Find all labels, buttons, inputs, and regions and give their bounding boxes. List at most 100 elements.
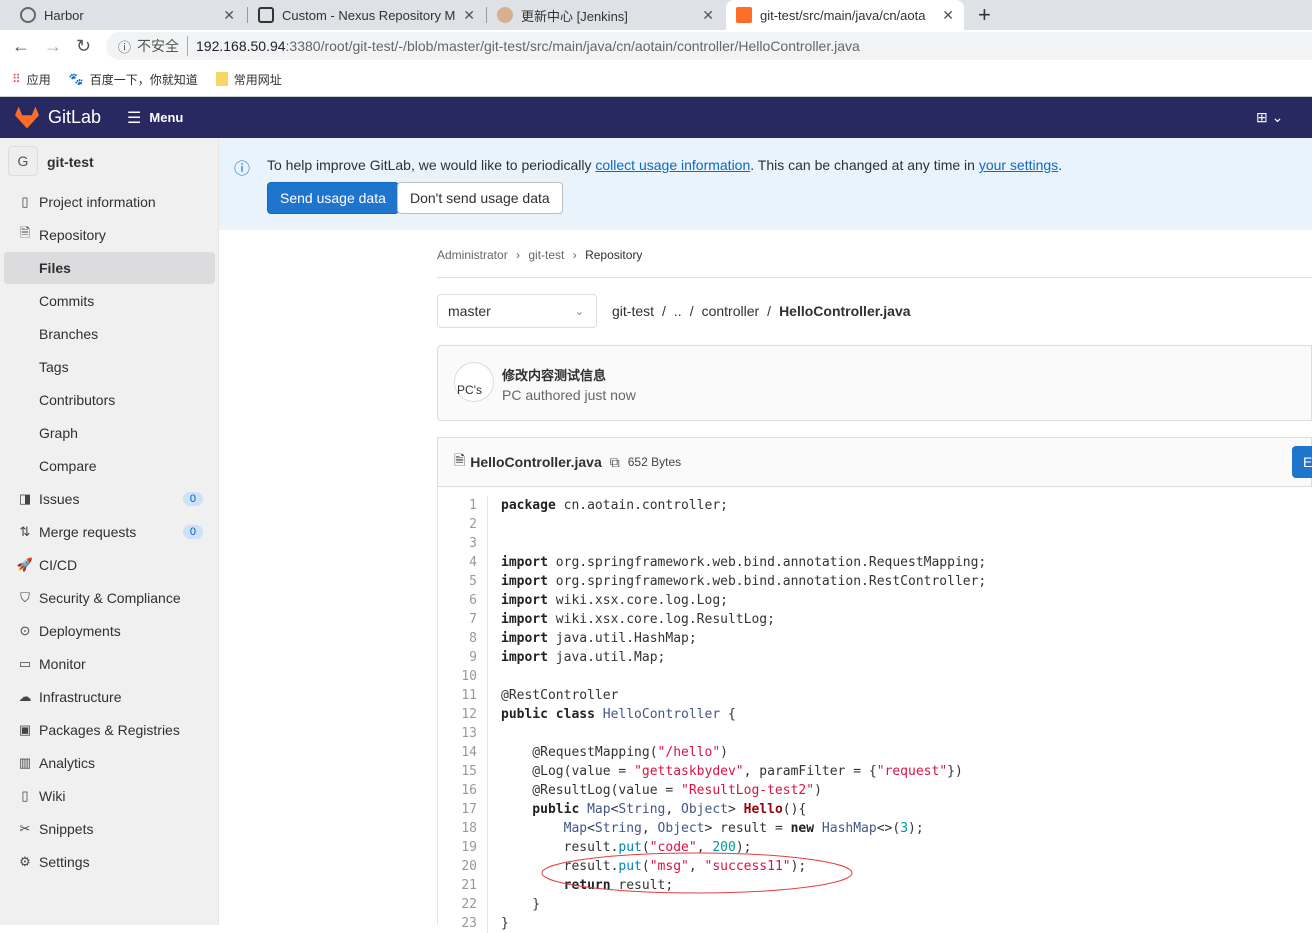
close-icon[interactable]: ✕ — [223, 7, 235, 24]
line-number[interactable]: 18 — [438, 819, 488, 838]
breadcrumb-project[interactable]: git-test — [528, 248, 564, 262]
sidebar-item-repository[interactable]: 🗎 Repository — [4, 219, 215, 251]
line-number[interactable]: 6 — [438, 591, 488, 610]
line-number[interactable]: 2 — [438, 515, 488, 534]
bookmark-baidu[interactable]: 🐾 百度一下，你就知道 — [69, 71, 198, 88]
line-number[interactable]: 3 — [438, 534, 488, 553]
line-number[interactable]: 15 — [438, 762, 488, 781]
project-name[interactable]: git-test — [47, 154, 94, 170]
tab-gitlab[interactable]: git-test/src/main/java/cn/aota ✕ — [726, 0, 964, 30]
sidebar-item-label: Tags — [39, 359, 69, 375]
sidebar-item-monitor[interactable]: ▭ Monitor — [4, 648, 215, 680]
line-number[interactable]: 19 — [438, 838, 488, 857]
sidebar-item-project-information[interactable]: ▯ Project information — [4, 186, 215, 218]
close-icon[interactable]: ✕ — [463, 7, 475, 24]
sidebar-item-infrastructure[interactable]: ☁ Infrastructure — [4, 681, 215, 713]
line-number[interactable]: 14 — [438, 743, 488, 762]
sidebar-item-deployments[interactable]: ⊙ Deployments — [4, 615, 215, 647]
sidebar-item-graph[interactable]: Graph — [4, 417, 215, 449]
line-number[interactable]: 20 — [438, 857, 488, 876]
sidebar: G git-test ▯ Project information 🗎 Reposito… — [0, 138, 219, 925]
sidebar-item-branches[interactable]: Branches — [4, 318, 215, 350]
line-number[interactable]: 5 — [438, 572, 488, 591]
reload-icon[interactable]: ↻ — [76, 36, 91, 57]
bookmark-folder[interactable]: 常用网址 — [215, 71, 282, 88]
sidebar-item-label: Compare — [39, 458, 97, 474]
file-size: 652 Bytes — [627, 455, 682, 469]
collect-usage-link[interactable]: collect usage information — [595, 157, 750, 173]
sidebar-item-files[interactable]: Files — [4, 252, 215, 284]
code-line: import org.springframework.web.bind.anno… — [501, 572, 986, 591]
bookmark-label: 应用 — [26, 72, 51, 87]
forward-icon[interactable]: → — [44, 36, 62, 57]
scissors-icon: ✂ — [19, 821, 31, 836]
breadcrumb-repository[interactable]: Repository — [585, 248, 642, 262]
close-icon[interactable]: ✕ — [702, 7, 714, 24]
tab-harbor[interactable]: Harbor ✕ — [10, 0, 245, 30]
commit-message[interactable]: 修改内容测试信息 — [502, 365, 606, 384]
gitlab-logo-icon[interactable] — [15, 106, 39, 129]
code-token: public — [501, 802, 588, 817]
close-icon[interactable]: ✕ — [942, 7, 954, 24]
code-token: Map — [501, 821, 588, 836]
project-avatar[interactable]: G — [8, 146, 38, 176]
code-token: Object — [681, 802, 728, 817]
settings-link[interactable]: your settings — [979, 157, 1058, 173]
copy-icon[interactable]: ⧉ — [610, 454, 620, 471]
line-number[interactable]: 4 — [438, 553, 488, 572]
tab-jenkins[interactable]: 更新中心 [Jenkins] ✕ — [487, 0, 724, 30]
line-number[interactable]: 21 — [438, 876, 488, 895]
monitor-icon: ▭ — [18, 656, 32, 671]
bookmark-apps[interactable]: ⠿ 应用 — [12, 71, 51, 88]
tab-nexus[interactable]: Custom - Nexus Repository M ✕ — [248, 0, 485, 30]
back-icon[interactable]: ← — [12, 36, 30, 57]
edit-button[interactable]: E — [1292, 446, 1312, 478]
avatar[interactable]: PC's — [454, 362, 494, 402]
line-number[interactable]: 22 — [438, 895, 488, 914]
line-number[interactable]: 16 — [438, 781, 488, 800]
sidebar-item-tags[interactable]: Tags — [4, 351, 215, 383]
branch-dropdown[interactable]: master ⌄ — [437, 294, 597, 328]
sidebar-item-security-compliance[interactable]: ⛉ Security & Compliance — [4, 582, 215, 614]
new-tab-button[interactable]: + — [978, 2, 991, 28]
path-segment[interactable]: git-test — [612, 303, 654, 319]
address-bar-row: ← → ↻ ⓘ 不安全 192.168.50.94:3380/root/git-… — [0, 30, 1312, 62]
line-number[interactable]: 13 — [438, 724, 488, 743]
dont-send-usage-data-button[interactable]: Don't send usage data — [397, 182, 563, 214]
line-number[interactable]: 23 — [438, 914, 488, 933]
sidebar-item-settings[interactable]: ⚙ Settings — [4, 846, 215, 878]
breadcrumb-administrator[interactable]: Administrator — [437, 248, 508, 262]
line-number[interactable]: 9 — [438, 648, 488, 667]
sidebar-item-wiki[interactable]: ▯ Wiki — [4, 780, 215, 812]
sidebar-item-issues[interactable]: ◨ Issues 0 — [4, 483, 215, 515]
line-number[interactable]: 17 — [438, 800, 488, 819]
line-number[interactable]: 7 — [438, 610, 488, 629]
path-segment[interactable]: controller — [702, 303, 760, 319]
commit-author[interactable]: PC — [502, 387, 521, 403]
line-number[interactable]: 1 — [438, 496, 488, 515]
line-number[interactable]: 12 — [438, 705, 488, 724]
line-number[interactable]: 11 — [438, 686, 488, 705]
sidebar-item-contributors[interactable]: Contributors — [4, 384, 215, 416]
sidebar-item-label: Merge requests — [39, 524, 137, 540]
sidebar-item-ci-cd[interactable]: 🚀 CI/CD — [4, 549, 215, 581]
path-segment[interactable]: .. — [674, 303, 682, 319]
sidebar-item-snippets[interactable]: ✂ Snippets — [4, 813, 215, 845]
code-token: <>( — [876, 821, 901, 836]
sidebar-item-merge-requests[interactable]: ⇅ Merge requests 0 — [4, 516, 215, 548]
sidebar-item-commits[interactable]: Commits — [4, 285, 215, 317]
brand[interactable]: GitLab — [48, 107, 101, 128]
sidebar-item-compare[interactable]: Compare — [4, 450, 215, 482]
line-number[interactable]: 10 — [438, 667, 488, 686]
sidebar-item-analytics[interactable]: ▥ Analytics — [4, 747, 215, 779]
sidebar-item-packages-registries[interactable]: ▣ Packages & Registries — [4, 714, 215, 746]
nexus-icon — [258, 7, 274, 23]
code-token: @RestController — [501, 688, 619, 703]
code-token: > — [728, 802, 744, 817]
new-dropdown-icon[interactable]: ⊞ ⌄ — [1256, 109, 1283, 126]
menu-button[interactable]: Menu — [149, 110, 183, 125]
url-input[interactable]: ⓘ 不安全 192.168.50.94:3380/root/git-test/-… — [106, 32, 1312, 60]
send-usage-data-button[interactable]: Send usage data — [267, 182, 399, 214]
sidebar-item-label: Contributors — [39, 392, 116, 408]
line-number[interactable]: 8 — [438, 629, 488, 648]
